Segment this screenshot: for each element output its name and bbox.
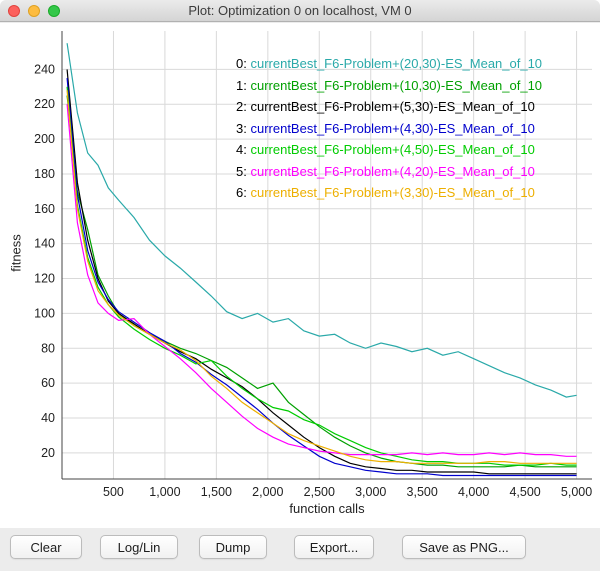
legend-item-index: 2: [236,99,250,114]
legend-item: 0: currentBest_F6-Problem+(20,30)-ES_Mea… [236,53,542,75]
y-tick-label: 180 [34,167,55,181]
y-tick-label: 80 [41,341,55,355]
legend-item: 2: currentBest_F6-Problem+(5,30)-ES_Mean… [236,96,542,118]
y-tick-label: 40 [41,411,55,425]
x-tick-label: 1,000 [149,485,180,499]
legend-item-label: currentBest_F6-Problem+(10,30)-ES_Mean_o… [250,78,542,93]
plot-panel: 500 1,000 1,500 2,000 2,500 3,000 3,500 4,000 4,… [0,23,600,528]
window-title: Plot: Optimization 0 on localhost, VM 0 [188,3,411,18]
y-tick-label: 220 [34,97,55,111]
x-axis-label: function calls [289,501,364,516]
x-tick-label: 3,500 [407,485,438,499]
save-as-png-button[interactable]: Save as PNG... [402,535,526,559]
x-tick-label: 4,000 [458,485,489,499]
legend-item-index: 5: [236,164,250,179]
legend-item-label: currentBest_F6-Problem+(5,30)-ES_Mean_of… [250,99,534,114]
legend-item: 4: currentBest_F6-Problem+(4,50)-ES_Mean… [236,139,542,161]
button-bar: Clear Log/Lin Dump Export... Save as PNG… [0,528,600,571]
y-tick-label: 200 [34,132,55,146]
dump-button[interactable]: Dump [199,535,267,559]
titlebar: Plot: Optimization 0 on localhost, VM 0 [0,0,600,22]
x-tick-label: 5,000 [561,485,592,499]
legend-item-index: 4: [236,142,250,157]
traffic-lights [8,5,60,17]
y-tick-label: 100 [34,306,55,320]
legend-item: 5: currentBest_F6-Problem+(4,20)-ES_Mean… [236,161,542,183]
legend-item-index: 1: [236,78,250,93]
export-button[interactable]: Export... [294,535,374,559]
y-tick-label: 120 [34,272,55,286]
zoom-button[interactable] [48,5,60,17]
close-button[interactable] [8,5,20,17]
x-tick-label: 1,500 [201,485,232,499]
x-tick-label: 2,500 [304,485,335,499]
y-tick-label: 160 [34,202,55,216]
y-tick-label: 140 [34,237,55,251]
legend-item: 3: currentBest_F6-Problem+(4,30)-ES_Mean… [236,118,542,140]
legend: 0: currentBest_F6-Problem+(20,30)-ES_Mea… [236,53,542,204]
x-tick-label: 3,000 [355,485,386,499]
legend-item-label: currentBest_F6-Problem+(4,30)-ES_Mean_of… [250,121,534,136]
legend-item: 6: currentBest_F6-Problem+(3,30)-ES_Mean… [236,182,542,204]
y-tick-label: 240 [34,62,55,76]
legend-item-index: 6: [236,185,250,200]
y-axis-label: fitness [9,234,24,272]
legend-item-label: currentBest_F6-Problem+(20,30)-ES_Mean_o… [250,56,542,71]
x-tick-label: 2,000 [252,485,283,499]
legend-item-label: currentBest_F6-Problem+(4,50)-ES_Mean_of… [250,142,534,157]
legend-item-label: currentBest_F6-Problem+(3,30)-ES_Mean_of… [250,185,534,200]
plot-window: Plot: Optimization 0 on localhost, VM 0 … [0,0,600,571]
legend-item-index: 0: [236,56,250,71]
x-tick-label: 4,500 [509,485,540,499]
y-tick-label: 20 [41,446,55,460]
x-tick-label: 500 [103,485,124,499]
legend-item: 1: currentBest_F6-Problem+(10,30)-ES_Mea… [236,75,542,97]
clear-button[interactable]: Clear [10,535,82,559]
log-lin-button[interactable]: Log/Lin [100,535,178,559]
minimize-button[interactable] [28,5,40,17]
y-tick-label: 60 [41,376,55,390]
legend-item-label: currentBest_F6-Problem+(4,20)-ES_Mean_of… [250,164,534,179]
legend-item-index: 3: [236,121,250,136]
